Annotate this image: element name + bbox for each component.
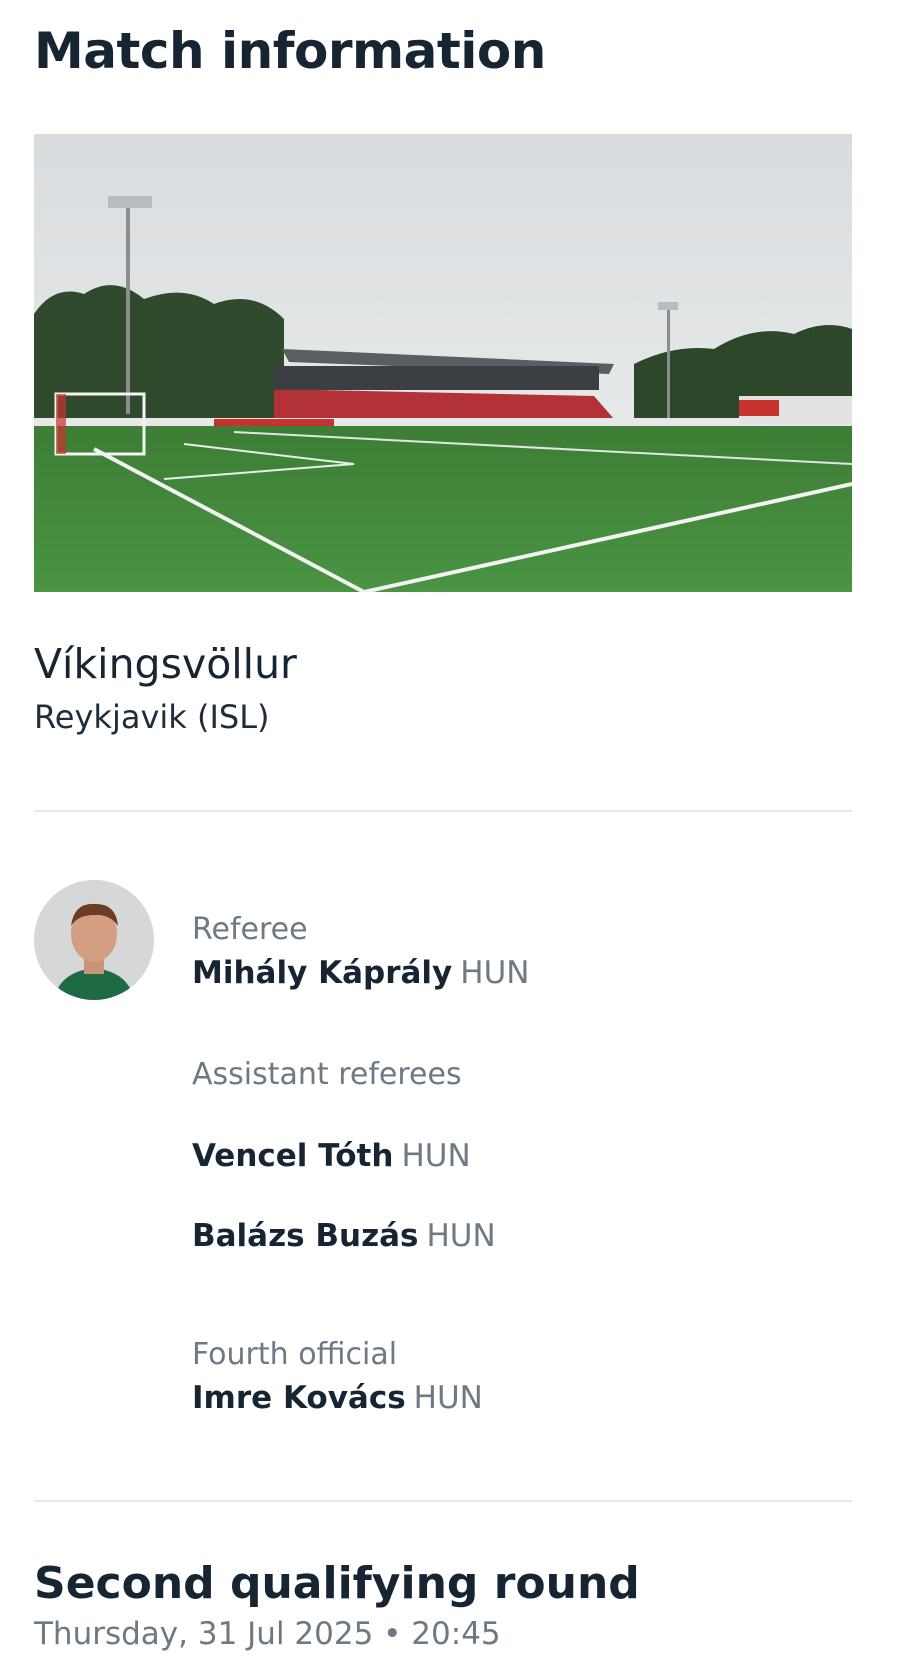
- page-title: Match information: [34, 22, 546, 80]
- referee-nationality: HUN: [460, 955, 530, 991]
- divider: [34, 810, 852, 812]
- fourth-official-label: Fourth official: [192, 1337, 398, 1372]
- assistant-referee-row: Balázs Buzás HUN: [192, 1218, 496, 1254]
- fourth-official-row: Imre Kovács HUN: [192, 1380, 483, 1416]
- referee-avatar: [34, 880, 154, 1000]
- assistant-referee-name[interactable]: Balázs Buzás: [192, 1218, 419, 1254]
- referee-name[interactable]: Mihály Káprály: [192, 955, 452, 991]
- divider: [34, 1500, 852, 1502]
- assistant-referee-name[interactable]: Vencel Tóth: [192, 1138, 393, 1174]
- round-title: Second qualifying round: [34, 1558, 640, 1609]
- assistant-referees-label: Assistant referees: [192, 1057, 462, 1092]
- referee-label: Referee: [192, 912, 308, 947]
- fourth-official-name[interactable]: Imre Kovács: [192, 1380, 406, 1416]
- match-datetime: Thursday, 31 Jul 2025 • 20:45: [34, 1616, 501, 1652]
- venue-city: Reykjavik (ISL): [34, 698, 270, 736]
- fourth-official-nationality: HUN: [413, 1380, 483, 1416]
- referee-row: Mihály Káprály HUN: [192, 955, 529, 991]
- assistant-referee-nationality: HUN: [426, 1218, 496, 1254]
- stadium-photo: [34, 134, 852, 592]
- person-avatar-icon: [34, 880, 154, 1000]
- venue-name: Víkingsvöllur: [34, 640, 297, 688]
- assistant-referee-row: Vencel Tóth HUN: [192, 1138, 471, 1174]
- assistant-referee-nationality: HUN: [401, 1138, 471, 1174]
